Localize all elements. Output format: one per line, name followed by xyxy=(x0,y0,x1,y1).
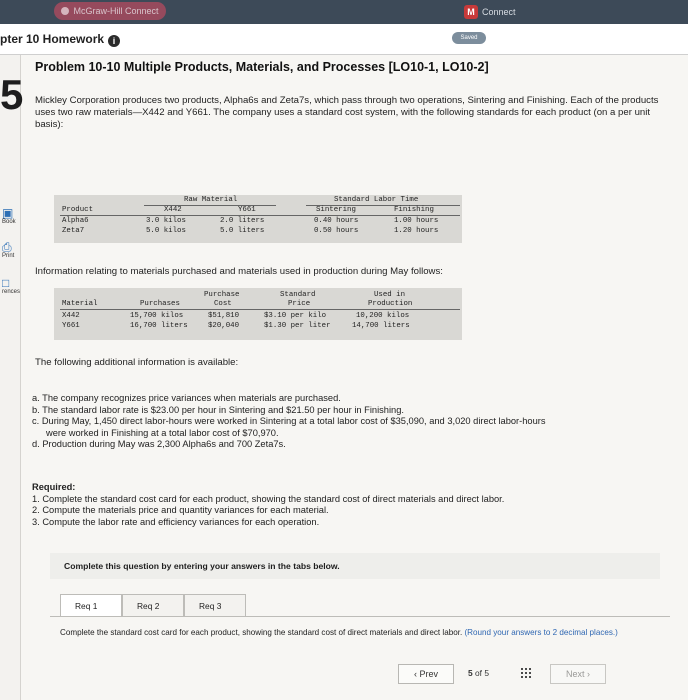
additional-intro: The following additional information is … xyxy=(35,357,239,368)
instruction-hint: (Round your answers to 2 decimal places.… xyxy=(464,628,618,637)
book-icon: ▣ xyxy=(2,206,14,220)
chevron-left-icon: ‹ xyxy=(413,669,417,679)
table-cell: X442 xyxy=(62,312,80,320)
tab-req-2[interactable]: Req 2 xyxy=(122,594,184,616)
print-label: Print xyxy=(2,253,15,259)
question-grid-icon[interactable] xyxy=(520,667,532,679)
references-button[interactable]: □ rences xyxy=(2,276,20,295)
table-cell: 10,200 kilos xyxy=(356,312,410,320)
header-raw-material: Raw Material xyxy=(184,196,238,204)
instruction-text: Complete the standard cost card for each… xyxy=(60,628,463,637)
next-button[interactable]: Next › xyxy=(550,664,606,684)
header-standard-labor: Standard Labor Time xyxy=(334,196,419,204)
instruction: Complete the standard cost card for each… xyxy=(60,628,660,638)
required-heading: Required: xyxy=(32,482,76,492)
problem-title: Problem 10-10 Multiple Products, Materia… xyxy=(35,60,489,74)
homework-header: pter 10 Homework i Saved xyxy=(0,24,688,55)
question-number: 5 xyxy=(0,71,24,118)
table-cell: 3.0 kilos xyxy=(146,217,186,225)
homework-title: pter 10 Homework i xyxy=(0,32,121,47)
table-cell: 5.0 kilos xyxy=(146,227,186,235)
additional-info-list: a. The company recognizes price variance… xyxy=(32,393,672,451)
tab-req-1[interactable]: Req 1 xyxy=(60,594,122,616)
header-x442: X442 xyxy=(164,206,182,214)
of-label: of xyxy=(475,668,482,678)
list-item: were worked in Finishing at a total labo… xyxy=(46,427,279,438)
references-label: rences xyxy=(2,289,21,295)
table-cell: 16,700 liters xyxy=(130,322,188,330)
header-finishing: Finishing xyxy=(394,206,434,214)
header-sintering: Sintering xyxy=(316,206,356,214)
next-label: Next xyxy=(565,669,585,679)
table-cell: $20,040 xyxy=(208,322,240,330)
connect-label: Connect xyxy=(482,7,516,17)
table-cell: 1.20 hours xyxy=(394,227,439,235)
table-cell: Zeta7 xyxy=(62,227,85,235)
info-icon[interactable]: i xyxy=(108,35,121,47)
header-purchases: Purchases xyxy=(140,300,180,308)
browser-tab[interactable]: McGraw-Hill Connect xyxy=(54,2,166,20)
header-y661: Y661 xyxy=(238,206,256,214)
materials-intro: Information relating to materials purcha… xyxy=(35,266,443,277)
table-cell: 0.40 hours xyxy=(314,217,359,225)
tab-favicon-icon xyxy=(61,7,70,15)
complete-banner: Complete this question by entering your … xyxy=(50,553,660,579)
header-product: Product xyxy=(62,206,94,214)
references-icon: □ xyxy=(2,276,10,290)
list-item: 3. Compute the labor rate and efficiency… xyxy=(32,516,320,527)
chevron-right-icon: › xyxy=(587,669,591,679)
print-icon: ⎙ xyxy=(2,240,12,254)
list-item: 2. Compute the materials price and quant… xyxy=(32,505,329,515)
table-cell: $1.30 per liter xyxy=(264,322,331,330)
prev-button[interactable]: ‹ Prev xyxy=(398,664,454,684)
prev-label: Prev xyxy=(419,669,439,679)
table-cell: 0.50 hours xyxy=(314,227,359,235)
tab-req-3[interactable]: Req 3 xyxy=(184,594,246,616)
homework-title-text: pter 10 Homework xyxy=(0,32,105,46)
table-cell: $51,810 xyxy=(208,312,240,320)
header-price: Price xyxy=(288,300,311,308)
print-button[interactable]: ⎙ Print xyxy=(2,241,16,259)
header-purchase: Purchase xyxy=(204,291,240,299)
list-item: c. During May, 1,450 direct labor-hours … xyxy=(32,416,546,426)
standards-table: Raw Material Standard Labor Time Product… xyxy=(54,195,462,243)
tab-panel: Complete the standard cost card for each… xyxy=(50,616,670,653)
table-cell: Y661 xyxy=(62,322,80,330)
header-standard: Standard xyxy=(280,291,316,299)
current-page: 5 xyxy=(468,668,473,678)
complete-banner-text: Complete this question by entering your … xyxy=(64,561,340,571)
table-cell: $3.10 per kilo xyxy=(264,312,327,320)
ebook-label: Book xyxy=(2,219,16,225)
required-section: Required: 1. Complete the standard cost … xyxy=(32,482,504,528)
page-count: 5 of 5 xyxy=(468,668,489,678)
header-material: Material xyxy=(62,300,98,308)
browser-topbar: McGraw-Hill Connect M Connect xyxy=(0,0,688,24)
list-item: 1. Complete the standard cost card for e… xyxy=(32,493,505,504)
browser-tab-title: McGraw-Hill Connect xyxy=(73,6,159,16)
materials-table: Purchase Standard Used in Material Purch… xyxy=(54,288,462,340)
connect-brand[interactable]: M Connect xyxy=(464,4,516,20)
list-item: b. The standard labor rate is $23.00 per… xyxy=(32,404,404,415)
header-production: Production xyxy=(368,300,413,308)
table-cell: Alpha6 xyxy=(62,217,89,225)
header-cost: Cost xyxy=(214,300,232,308)
problem-intro: Mickley Corporation produces two product… xyxy=(35,95,659,130)
left-rail: ▣ Book ⎙ Print □ rences xyxy=(0,55,21,700)
table-cell: 1.00 hours xyxy=(394,217,439,225)
saved-badge: Saved xyxy=(452,32,486,44)
total-pages: 5 xyxy=(484,668,489,678)
table-cell: 5.0 liters xyxy=(220,227,265,235)
header-used-in: Used in xyxy=(374,291,406,299)
table-cell: 2.0 liters xyxy=(220,217,265,225)
table-cell: 14,700 liters xyxy=(352,322,410,330)
list-item: a. The company recognizes price variance… xyxy=(32,393,341,403)
connect-logo-icon: M xyxy=(464,5,478,19)
list-item: d. Production during May was 2,300 Alpha… xyxy=(32,439,286,449)
ebook-button[interactable]: ▣ Book xyxy=(2,207,16,225)
table-cell: 15,700 kilos xyxy=(130,312,184,320)
